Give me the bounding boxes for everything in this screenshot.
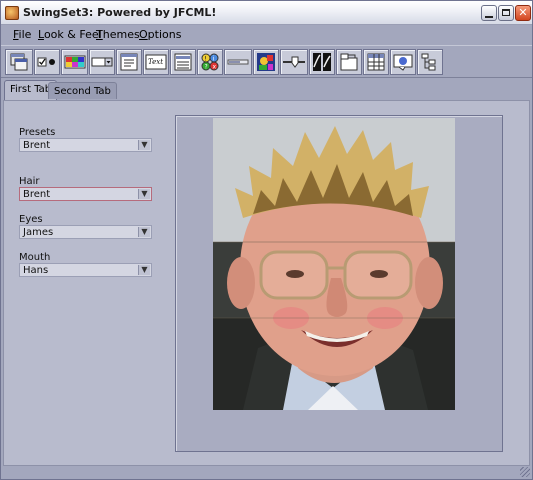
internal-frame-button[interactable] [5,49,33,75]
eyes-combobox[interactable]: James ▼ [19,225,152,239]
window-title: SwingSet3: Powered by JFCML! [23,6,217,19]
progress-bar-button[interactable] [224,49,252,75]
mouth-combobox[interactable]: Hans ▼ [19,263,152,277]
chevron-down-icon[interactable]: ▼ [138,189,150,199]
split-pane-button[interactable] [309,49,335,75]
mouth-label: Mouth [19,252,51,263]
maximize-icon [502,9,510,16]
progress-bar-icon [227,59,249,65]
eyes-label: Eyes [19,214,43,225]
minimize-icon [485,16,493,18]
svg-text:Text: Text [148,58,163,66]
maximize-button[interactable] [498,5,514,21]
table-button[interactable] [363,49,389,75]
tabbed-pane-button[interactable] [336,49,362,75]
hair-label: Hair [19,176,40,187]
resize-grip-icon[interactable] [520,467,530,477]
file-chooser-icon [120,53,138,71]
combobox-icon [91,57,113,67]
table-icon [367,53,385,71]
color-chooser-button[interactable] [61,49,88,75]
tooltip-button[interactable] [390,49,416,75]
title-bar[interactable]: SwingSet3: Powered by JFCML! ✕ [1,1,532,25]
toolbar: Text ! i? x [1,45,532,78]
list-icon [174,53,192,71]
minimize-button[interactable] [481,5,497,21]
chevron-down-icon[interactable]: ▼ [138,140,150,150]
svg-text:!: ! [205,56,207,63]
tabbed-pane-icon [340,53,358,71]
slider-button[interactable] [280,49,308,75]
menu-themes[interactable]: Themes [96,28,140,41]
tooltip-icon [393,54,413,71]
file-chooser-button[interactable] [116,49,142,75]
chevron-down-icon[interactable]: ▼ [138,265,150,275]
option-pane-button[interactable]: ! i? x [197,49,223,75]
app-window: SwingSet3: Powered by JFCML! ✕ File Look… [0,0,533,480]
svg-text:?: ? [205,64,208,71]
close-button[interactable]: ✕ [515,5,531,21]
editor-pane-icon: Text [145,54,167,70]
svg-text:x: x [213,64,217,71]
composite-face-picture [213,118,455,410]
presets-combobox[interactable]: Brent ▼ [19,138,152,152]
chevron-down-icon[interactable]: ▼ [138,227,150,237]
java-cup-icon [5,6,19,20]
combobox-button[interactable] [89,49,115,75]
tree-icon [421,53,436,71]
menu-file[interactable]: File [13,28,31,41]
status-bar [1,467,532,479]
menu-options[interactable]: Options [139,28,181,41]
internal-frame-icon [10,53,28,71]
checkbox-radio-icon [37,57,55,67]
editor-pane-button[interactable]: Text [143,49,169,75]
option-pane-icon: ! i? x [201,53,219,71]
presets-label: Presets [19,127,56,138]
tab-strip: First Tab Second Tab [1,80,532,100]
color-chooser-icon [64,55,85,69]
close-icon: ✕ [518,6,528,19]
face-image [213,118,455,410]
menu-look-and-feel[interactable]: Look & Feel [38,28,102,41]
tab-second[interactable]: Second Tab [48,82,117,99]
tree-button[interactable] [417,49,443,75]
menu-bar: File Look & Feel Themes Options [1,25,532,44]
split-pane-icon [313,53,331,71]
scroll-pane-button[interactable] [253,49,279,75]
scroll-pane-icon [257,53,275,71]
slider-icon [283,56,305,68]
hair-combobox[interactable]: Brent ▼ [19,187,152,201]
checkbox-radio-button[interactable] [34,49,60,75]
list-button[interactable] [170,49,196,75]
